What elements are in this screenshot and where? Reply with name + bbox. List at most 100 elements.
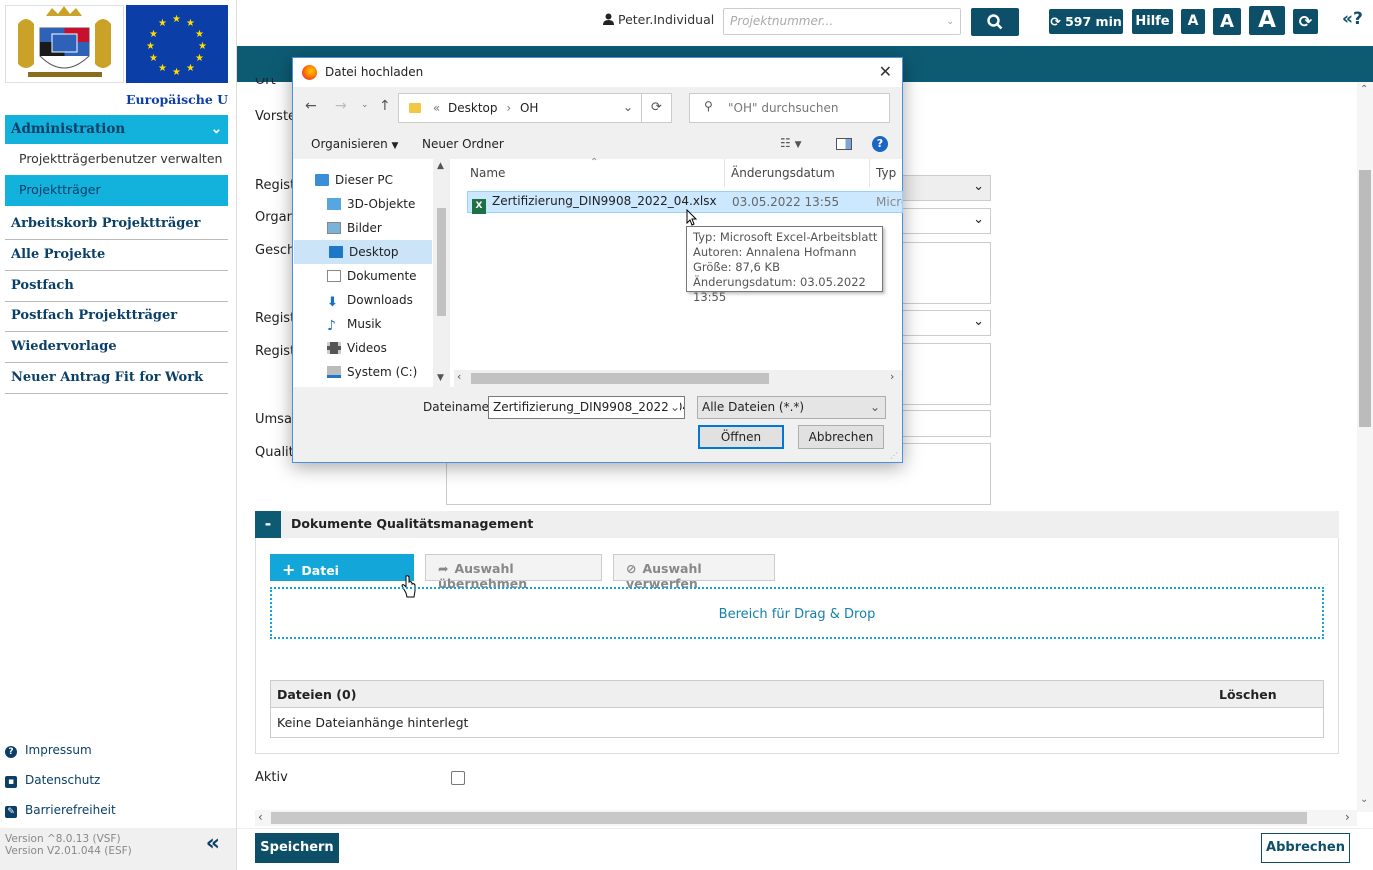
filename-input[interactable]: Zertifizierung_DIN9908_2022_04.x ⌄	[488, 396, 685, 419]
horizontal-scrollbar-thumb[interactable]	[271, 812, 1307, 824]
tree-music[interactable]: ♪ Musik	[327, 317, 382, 333]
preview-pane-icon[interactable]	[836, 138, 852, 150]
nav-alle-projekte[interactable]: Alle Projekte	[5, 240, 228, 271]
close-icon[interactable]: ✕	[879, 62, 892, 81]
reset-icon[interactable]: ⟳	[1293, 9, 1318, 34]
save-button[interactable]: Speichern	[255, 833, 339, 863]
label-register-1: Regist	[255, 178, 296, 193]
organize-menu[interactable]: Organisieren ▼	[311, 137, 398, 151]
view-options-icon[interactable]: ☷ ▼	[780, 136, 802, 150]
aktiv-checkbox[interactable]	[451, 771, 465, 785]
new-folder-button[interactable]: Neuer Ordner	[422, 137, 504, 151]
scroll-up-icon[interactable]: ⌃	[1360, 84, 1368, 95]
help-icon[interactable]: ?	[872, 136, 888, 152]
choose-file-button[interactable]: + Datei auswählen	[270, 554, 414, 594]
open-button[interactable]: Öffnen	[698, 425, 784, 449]
chevron-down-icon[interactable]: ⌄	[667, 400, 680, 414]
label-qualitaet: Qualit	[255, 445, 294, 460]
eu-flag-logo: ★ ★ ★ ★ ★ ★ ★ ★ ★ ★ ★ ★	[126, 5, 228, 83]
chevron-down-icon[interactable]: ⌄	[623, 100, 633, 114]
id-card-icon: ▪	[5, 776, 17, 788]
nav-sub-projekttraegerbenutzer[interactable]: Projektträgerbenutzer verwalten	[5, 144, 228, 175]
tree-label: Musik	[347, 317, 382, 331]
impressum-link[interactable]: ? Impressum	[5, 743, 92, 758]
version-info: Version ^8.0.13 (VSF) Version V2.01.044 …	[0, 828, 236, 870]
resize-grip-icon[interactable]: ⋰	[890, 451, 898, 460]
nav-arbeitskorb[interactable]: Arbeitskorb Projektträger	[5, 209, 228, 240]
tree-label: Downloads	[347, 293, 413, 307]
download-icon: ⬇	[327, 295, 338, 310]
nav-administration[interactable]: Administration ⌄	[5, 115, 228, 144]
filename-value: Zertifizierung_DIN9908_2022_04.x	[493, 400, 685, 414]
chevron-down-icon: ⌄	[946, 17, 954, 27]
chevron-down-icon: ⌄	[973, 179, 984, 194]
scroll-right-icon[interactable]: ›	[1345, 810, 1350, 824]
datenschutz-label: Datenschutz	[25, 773, 101, 787]
tree-pictures[interactable]: Bilder	[327, 221, 382, 235]
session-timer-button[interactable]: ⟳ 597 min	[1049, 9, 1123, 34]
vertical-scrollbar-thumb[interactable]	[1359, 170, 1371, 427]
discard-selection-button[interactable]: ⊘ Auswahl verwerfen	[613, 554, 775, 591]
star-icon: ★	[198, 41, 207, 52]
tree-label: System (C:)	[347, 365, 418, 379]
datenschutz-link[interactable]: ▪ Datenschutz	[5, 773, 100, 788]
font-size-large-button[interactable]: A	[1249, 6, 1285, 35]
nav-neuer-antrag[interactable]: Neuer Antrag Fit for Work	[5, 363, 228, 394]
column-type[interactable]: Typ	[876, 166, 896, 180]
apply-selection-button[interactable]: ➦ Auswahl übernehmen	[425, 554, 602, 591]
tree-desktop[interactable]: Desktop	[294, 240, 432, 264]
scroll-down-icon[interactable]: ⌄	[1360, 794, 1368, 805]
film-icon	[327, 342, 341, 354]
nav-sub-projekttraeger[interactable]: Projektträger	[5, 175, 228, 206]
scroll-left-icon[interactable]: ‹	[457, 370, 461, 383]
user-display: Peter.Individual	[603, 12, 714, 27]
file-type-filter[interactable]: Alle Dateien (*.*) ⌄	[697, 396, 886, 419]
nav-postfach-projekttraeger[interactable]: Postfach Projektträger	[5, 301, 228, 332]
column-name[interactable]: Name	[470, 166, 505, 180]
drop-zone[interactable]: Bereich für Drag & Drop	[270, 587, 1324, 639]
refresh-icon[interactable]: ⟳	[642, 93, 672, 123]
font-size-medium-button[interactable]: A	[1213, 8, 1241, 35]
tree-videos[interactable]: Videos	[327, 341, 387, 355]
file-list-scrollbar-thumb[interactable]	[471, 373, 769, 384]
forward-arrow-icon[interactable]: →	[335, 98, 347, 114]
tree-documents[interactable]: Dokumente	[327, 269, 417, 283]
search-icon: ⚲	[704, 99, 713, 113]
cancel-button[interactable]: Abbrechen	[1261, 833, 1350, 863]
tree-this-pc[interactable]: Dieser PC	[315, 173, 393, 187]
font-size-small-button[interactable]: A	[1181, 9, 1205, 34]
edit-icon: ✎	[5, 806, 17, 818]
project-number-input[interactable]: Projektnummer... ⌄	[723, 8, 961, 35]
bottom-bar	[237, 828, 1373, 870]
barrierefreiheit-link[interactable]: ✎ Barrierefreiheit	[5, 803, 116, 818]
path-oh[interactable]: OH	[520, 101, 538, 115]
tree-3d-objects[interactable]: 3D-Objekte	[327, 197, 415, 211]
help-toggle[interactable]: «?	[1342, 9, 1363, 29]
search-button[interactable]	[971, 8, 1019, 36]
nav-postfach[interactable]: Postfach	[5, 271, 228, 302]
collapse-sidebar-icon[interactable]: «	[206, 833, 220, 855]
label-organisation: Organ	[255, 210, 295, 225]
path-desktop[interactable]: Desktop	[448, 101, 498, 115]
chevron-down-icon[interactable]: ⌄	[361, 100, 369, 110]
tree-downloads[interactable]: ⬇ Downloads	[327, 293, 413, 309]
section-toggle-button[interactable]: -	[255, 511, 281, 538]
help-button[interactable]: Hilfe	[1132, 9, 1173, 34]
files-count-header: Dateien (0)	[277, 687, 357, 702]
nav-wiedervorlage[interactable]: Wiedervorlage	[5, 332, 228, 363]
impressum-label: Impressum	[25, 743, 92, 757]
scroll-right-icon[interactable]: ›	[890, 370, 894, 383]
star-icon: ★	[195, 29, 204, 40]
tree-scrollbar[interactable]: ▲ ▼	[433, 159, 450, 387]
search-box[interactable]: ⚲ "OH" durchsuchen	[689, 93, 890, 123]
scroll-left-icon[interactable]: ‹	[258, 810, 263, 824]
tree-system-c[interactable]: System (C:)	[327, 365, 417, 379]
up-arrow-icon[interactable]: ↑	[379, 98, 391, 114]
file-row[interactable]: X Zertifizierung_DIN9908_2022_04.xlsx 03.…	[467, 191, 903, 214]
column-date[interactable]: Änderungsdatum	[731, 166, 835, 180]
tree-label: Dokumente	[347, 269, 417, 283]
back-arrow-icon[interactable]: ←	[305, 98, 317, 114]
sort-up-icon: ⌃	[590, 157, 599, 168]
address-bar[interactable]: « Desktop › OH ⌄	[398, 93, 642, 123]
dialog-cancel-button[interactable]: Abbrechen	[798, 425, 884, 449]
